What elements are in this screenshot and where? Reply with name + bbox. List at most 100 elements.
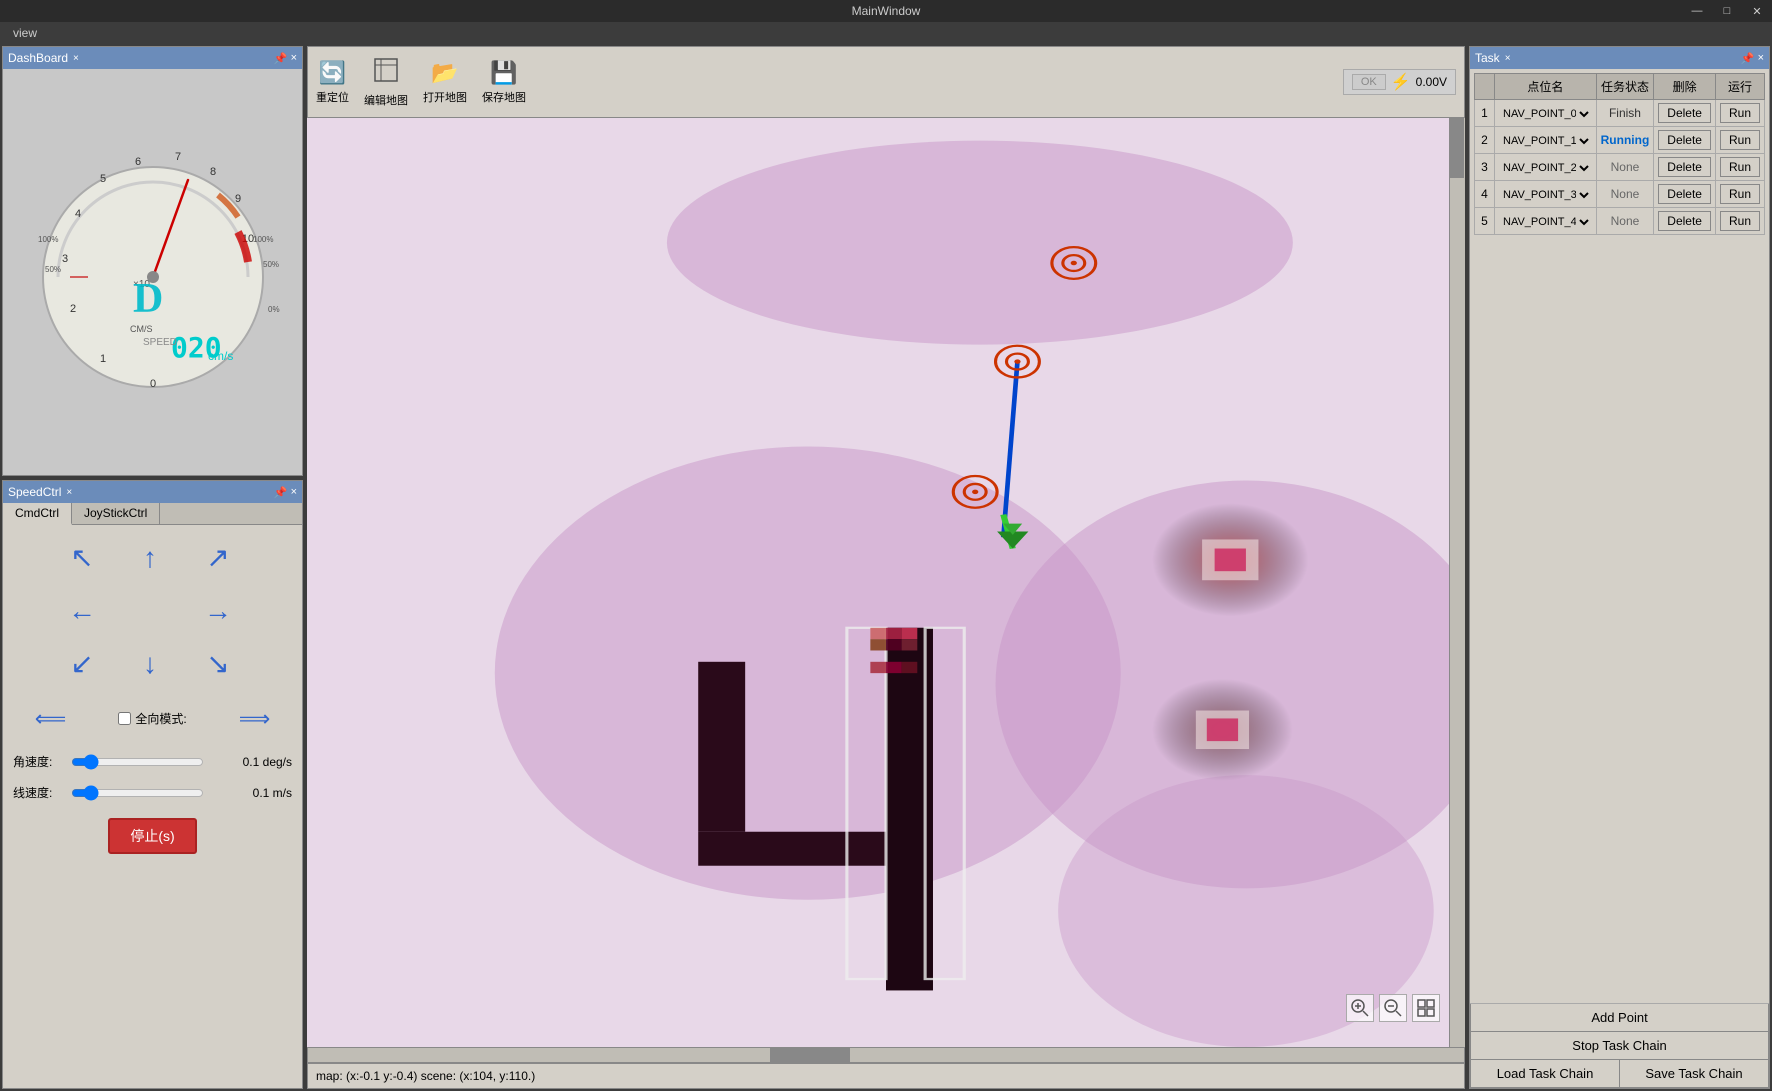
load-task-chain-button[interactable]: Load Task Chain <box>1470 1060 1620 1088</box>
run-btn-2[interactable]: Run <box>1720 130 1760 150</box>
dir-up-button[interactable]: ↑ <box>123 535 178 580</box>
dashboard-pin-icon[interactable]: 📌 <box>274 52 288 65</box>
open-icon: 📂 <box>431 60 458 86</box>
map-area[interactable] <box>307 118 1465 1047</box>
row-name-4[interactable]: NAV_POINT_3 <box>1495 181 1597 208</box>
dashboard-close-tab[interactable]: × <box>73 53 79 64</box>
maximize-button[interactable]: □ <box>1712 0 1742 22</box>
speedctrl-content: ↖ ↑ ↗ ← → <box>3 525 302 1088</box>
dir-leftbar-button[interactable]: ⟸ <box>23 696 78 741</box>
dir-upright-button[interactable]: ↗ <box>191 535 246 580</box>
dir-downright-button[interactable]: ↘ <box>191 641 246 686</box>
tab-cmdctrl[interactable]: CmdCtrl <box>3 503 72 525</box>
voltage-value: 0.00V <box>1416 75 1447 89</box>
svg-text:9: 9 <box>234 193 240 205</box>
window-title: MainWindow <box>852 4 921 18</box>
right-panel: Task × 📌 × 点位名 任务状态 删除 <box>1467 44 1772 1091</box>
map-horizontal-scrollbar[interactable] <box>307 1047 1465 1063</box>
angle-speed-slider[interactable] <box>71 754 204 770</box>
fit-view-button[interactable] <box>1412 994 1440 1022</box>
line-speed-slider[interactable] <box>71 785 204 801</box>
run-btn-5[interactable]: Run <box>1720 211 1760 231</box>
dir-left-button[interactable]: ← <box>55 588 110 633</box>
dir-downleft-button[interactable]: ↙ <box>55 641 110 686</box>
map-svg <box>307 118 1465 1047</box>
delete-btn-2[interactable]: Delete <box>1658 130 1711 150</box>
speedctrl-pin-icon[interactable]: 📌 <box>274 486 288 499</box>
svg-text:1: 1 <box>99 353 105 365</box>
delete-btn-5[interactable]: Delete <box>1658 211 1711 231</box>
run-btn-4[interactable]: Run <box>1720 184 1760 204</box>
close-button[interactable]: ✕ <box>1742 0 1772 22</box>
dir-rightbar-button[interactable]: ⟹ <box>227 696 282 741</box>
dashboard-close-icon[interactable]: × <box>291 52 297 65</box>
voltage-input: OK <box>1352 74 1386 90</box>
row-run-3: Run <box>1715 154 1764 181</box>
nav-point-select-2[interactable]: NAV_POINT_1 <box>1499 134 1592 148</box>
toolbar-edit-label: 编辑地图 <box>364 92 408 108</box>
stop-task-chain-button[interactable]: Stop Task Chain <box>1470 1032 1769 1060</box>
reset-icon: 🔄 <box>319 60 346 86</box>
dashboard-panel: DashBoard × 📌 × <box>2 46 303 476</box>
row-num-3: 3 <box>1475 154 1495 181</box>
row-num-5: 5 <box>1475 208 1495 235</box>
row-name-3[interactable]: NAV_POINT_2 <box>1495 154 1597 181</box>
col-name: 点位名 <box>1495 74 1597 100</box>
nav-point-select-1[interactable]: NAV_POINT_0 <box>1499 107 1592 121</box>
run-btn-3[interactable]: Run <box>1720 157 1760 177</box>
left-panel: DashBoard × 📌 × <box>0 44 305 1091</box>
stop-button[interactable]: 停止(s) <box>108 818 196 854</box>
omni-mode-checkbox[interactable] <box>118 712 131 725</box>
delete-btn-1[interactable]: Delete <box>1658 103 1711 123</box>
speedctrl-tabs: CmdCtrl JoyStickCtrl <box>3 503 302 525</box>
toolbar-open-label: 打开地图 <box>423 89 467 105</box>
map-hscroll-thumb <box>770 1048 850 1062</box>
task-pin-icon[interactable]: 📌 <box>1741 52 1755 65</box>
row-name-1[interactable]: NAV_POINT_0 <box>1495 100 1597 127</box>
menu-item-view[interactable]: view <box>5 26 45 40</box>
dir-right-button[interactable]: → <box>191 588 246 633</box>
table-row: 5 NAV_POINT_4 None Delete Run <box>1475 208 1765 235</box>
save-task-chain-button[interactable]: Save Task Chain <box>1620 1060 1769 1088</box>
row-run-1: Run <box>1715 100 1764 127</box>
dir-upleft-button[interactable]: ↖ <box>55 535 110 580</box>
speedctrl-close-tab[interactable]: × <box>66 487 72 498</box>
task-close-tab[interactable]: × <box>1505 53 1511 64</box>
save-icon: 💾 <box>490 60 517 86</box>
col-status: 任务状态 <box>1596 74 1654 100</box>
nav-point-select-4[interactable]: NAV_POINT_3 <box>1499 188 1592 202</box>
toolbar-save-button[interactable]: 💾 保存地图 <box>482 60 526 105</box>
svg-text:100%: 100% <box>38 235 58 244</box>
row-name-2[interactable]: NAV_POINT_1 <box>1495 127 1597 154</box>
zoom-in-button[interactable] <box>1346 994 1374 1022</box>
zoom-out-button[interactable] <box>1379 994 1407 1022</box>
task-close-icon[interactable]: × <box>1758 52 1764 65</box>
row-name-5[interactable]: NAV_POINT_4 <box>1495 208 1597 235</box>
speedctrl-close-icon[interactable]: × <box>291 486 297 499</box>
row-delete-5: Delete <box>1654 208 1716 235</box>
row-status-4: None <box>1596 181 1654 208</box>
dir-down-button[interactable]: ↓ <box>123 641 178 686</box>
map-vertical-scrollbar[interactable] <box>1449 118 1465 1047</box>
nav-point-select-5[interactable]: NAV_POINT_4 <box>1499 215 1592 229</box>
svg-text:50%: 50% <box>45 265 61 274</box>
tab-joystickctrl[interactable]: JoyStickCtrl <box>72 503 160 524</box>
map-coordinates: map: (x:-0.1 y:-0.4) scene: (x:104, y:11… <box>316 1069 535 1083</box>
toolbar-edit-button[interactable]: 编辑地图 <box>364 57 408 108</box>
omni-mode-label: 全向模式: <box>135 710 186 727</box>
menubar: view <box>0 22 1772 44</box>
nav-point-select-3[interactable]: NAV_POINT_2 <box>1499 161 1592 175</box>
minimize-button[interactable]: — <box>1682 0 1712 22</box>
run-btn-1[interactable]: Run <box>1720 103 1760 123</box>
toolbar-reset-button[interactable]: 🔄 重定位 <box>316 60 349 105</box>
toolbar-open-button[interactable]: 📂 打开地图 <box>423 60 467 105</box>
task-table-container: 点位名 任务状态 删除 运行 1 NAV_POINT_0 <box>1470 69 1769 239</box>
left-arrow-icon: ← <box>68 595 96 627</box>
delete-btn-3[interactable]: Delete <box>1658 157 1711 177</box>
add-point-button[interactable]: Add Point <box>1470 1004 1769 1032</box>
line-speed-row: 线速度: 0.1 m/s <box>13 782 292 803</box>
delete-btn-4[interactable]: Delete <box>1658 184 1711 204</box>
map-statusbar: map: (x:-0.1 y:-0.4) scene: (x:104, y:11… <box>307 1063 1465 1089</box>
svg-text:6: 6 <box>134 156 140 168</box>
speedctrl-title-label: SpeedCtrl <box>8 485 61 499</box>
